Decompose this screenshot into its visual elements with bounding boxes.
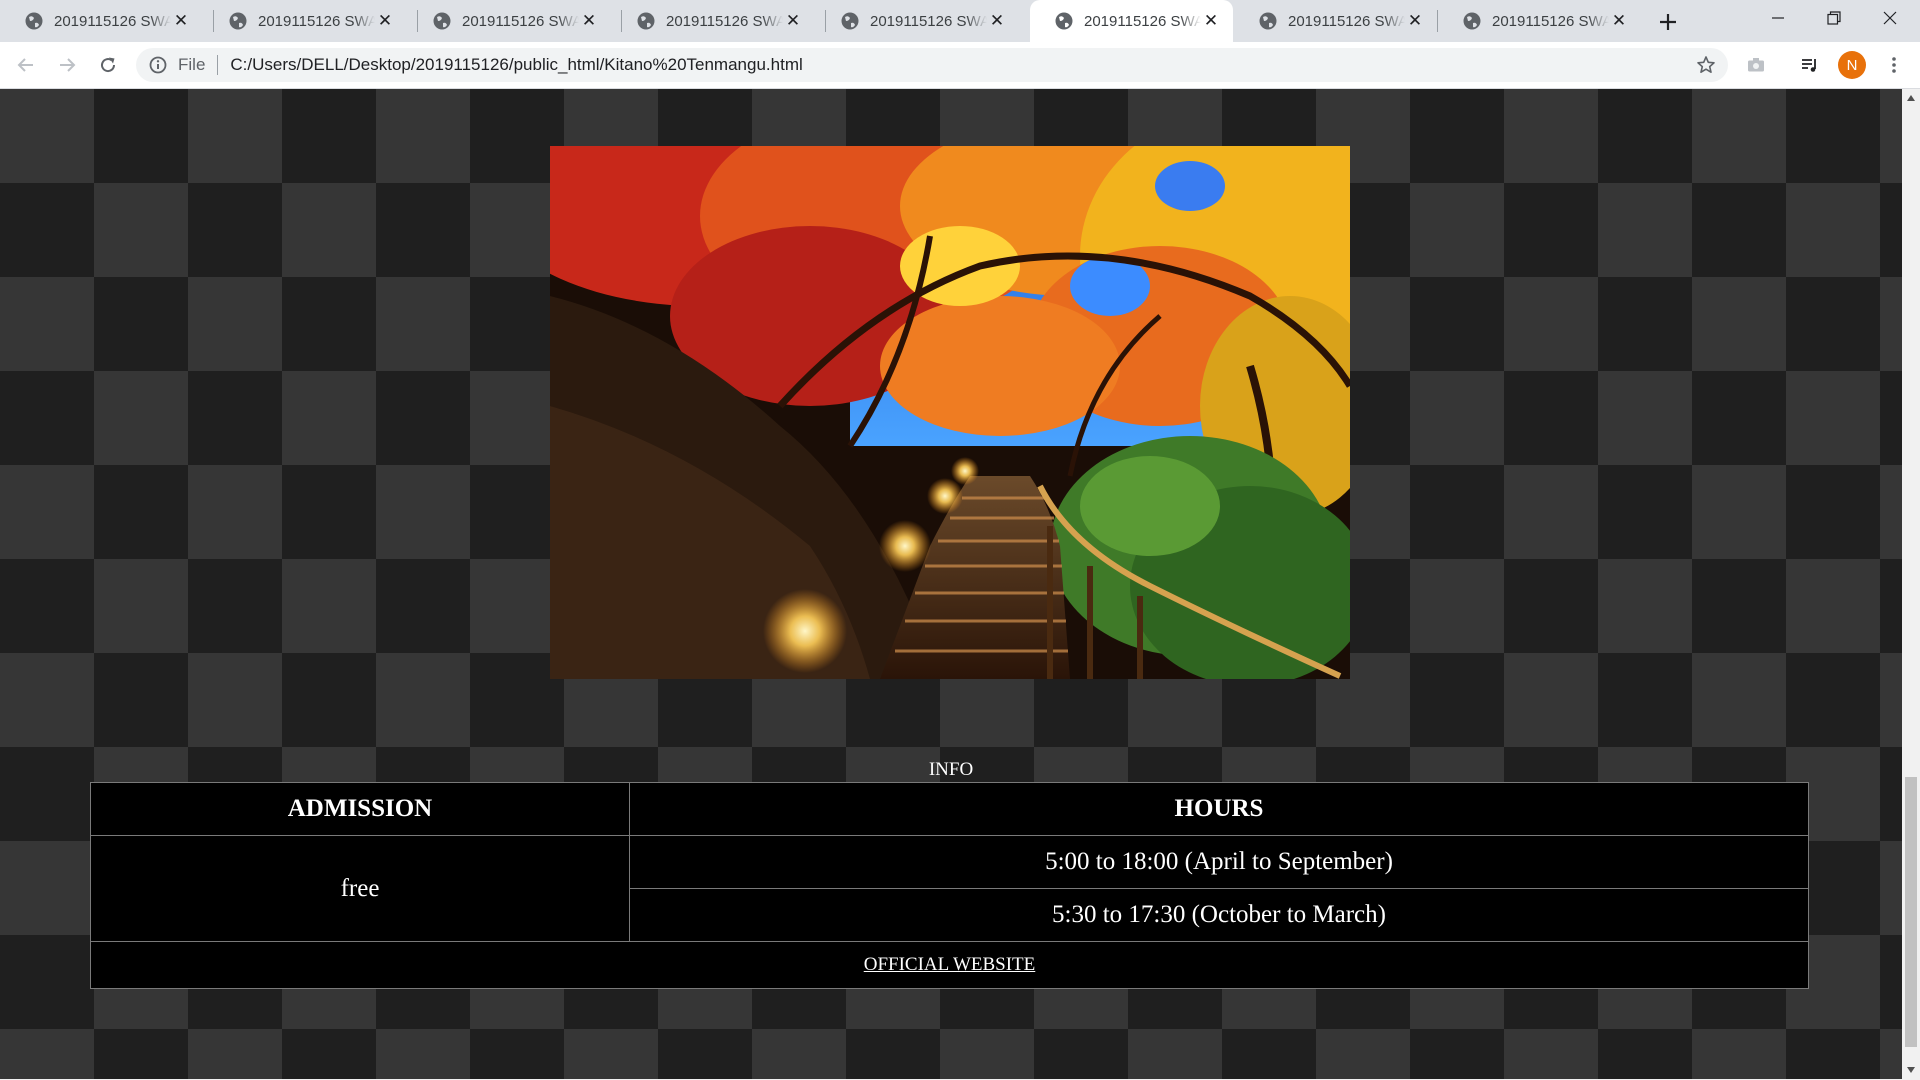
globe-icon: [1463, 12, 1481, 30]
triangle-down-icon: [1907, 1067, 1915, 1073]
table-header-row: ADMISSION HOURS: [90, 782, 1809, 836]
close-icon: [1883, 11, 1897, 25]
vertical-scrollbar[interactable]: [1902, 89, 1920, 1079]
tab-title: 2019115126 SWAN: [870, 12, 987, 30]
bookmark-button[interactable]: [1690, 49, 1722, 81]
admission-value: free: [90, 835, 630, 942]
restore-button[interactable]: [1806, 0, 1862, 36]
tab-title: 2019115126 SWAN: [54, 12, 171, 30]
minimize-icon: [1772, 17, 1784, 19]
avatar-initial: N: [1846, 56, 1858, 74]
hours-winter: 5:30 to 17:30 (October to March): [629, 888, 1809, 942]
more-vertical-icon: [1892, 57, 1896, 73]
info-table: ADMISSION HOURS free 5:00 to 18:00 (Apri…: [90, 782, 1809, 989]
tab-title: 2019115126 SWAN: [1084, 12, 1201, 30]
globe-icon: [1259, 12, 1277, 30]
globe-icon: [433, 12, 451, 30]
tab[interactable]: 2019115126 SWAN ✕: [1234, 0, 1437, 42]
reload-button[interactable]: [92, 49, 124, 81]
tab[interactable]: 2019115126 SWAN ✕: [204, 0, 407, 42]
globe-icon: [841, 12, 859, 30]
hours-header: HOURS: [629, 782, 1809, 836]
official-website-link[interactable]: OFFICIAL WEBSITE: [864, 954, 1036, 975]
arrow-left-icon: [17, 58, 33, 72]
tab-title: 2019115126 SWAN: [666, 12, 783, 30]
globe-icon: [25, 12, 43, 30]
arrow-right-icon: [60, 58, 76, 72]
browser-window: 2019115126 SWAN ✕ 2019115126 SWAN ✕ 2019…: [0, 0, 1920, 1080]
table-row: free 5:00 to 18:00 (April to September): [90, 835, 1809, 942]
address-bar[interactable]: File C:/Users/DELL/Desktop/2019115126/pu…: [136, 48, 1728, 82]
browser-toolbar: File C:/Users/DELL/Desktop/2019115126/pu…: [0, 42, 1920, 89]
close-icon[interactable]: ✕: [1405, 11, 1425, 31]
tab-title: 2019115126 SWAN: [1492, 12, 1609, 30]
website-link-cell: OFFICIAL WEBSITE: [90, 941, 1809, 989]
new-tab-button[interactable]: [1652, 6, 1684, 38]
tab-title: 2019115126 SWAN: [258, 12, 375, 30]
window-close-button[interactable]: [1862, 0, 1918, 36]
star-icon: [1697, 56, 1715, 73]
back-button[interactable]: [10, 49, 42, 81]
forward-button[interactable]: [51, 49, 83, 81]
globe-icon: [1055, 12, 1073, 30]
tab[interactable]: 2019115126 SWAN ✕: [1438, 0, 1641, 42]
media-controls-button[interactable]: [1794, 49, 1826, 81]
tab-strip: 2019115126 SWAN ✕ 2019115126 SWAN ✕ 2019…: [0, 0, 1920, 42]
globe-icon: [637, 12, 655, 30]
camera-icon: [1748, 58, 1764, 72]
scroll-down-button[interactable]: [1902, 1061, 1920, 1079]
info-caption: INFO: [928, 759, 974, 780]
close-icon[interactable]: ✕: [171, 11, 191, 31]
close-icon[interactable]: ✕: [987, 11, 1007, 31]
tab[interactable]: 2019115126 SWAN ✕: [408, 0, 611, 42]
scroll-up-button[interactable]: [1902, 89, 1920, 107]
table-row: OFFICIAL WEBSITE: [90, 941, 1809, 989]
address-url[interactable]: C:/Users/DELL/Desktop/2019115126/public_…: [230, 55, 802, 75]
tab[interactable]: 2019115126 SWAN ✕: [0, 0, 203, 42]
address-divider: [217, 55, 219, 75]
info-icon[interactable]: [148, 55, 168, 75]
tab-active[interactable]: 2019115126 SWAN ✕: [1030, 0, 1233, 42]
page-viewport: INFO ADMISSION HOURS free 5:00 to 18:00 …: [0, 89, 1902, 1079]
reload-icon: [101, 57, 116, 73]
tab[interactable]: 2019115126 SWAN ✕: [816, 0, 1019, 42]
address-scheme: File: [178, 55, 206, 74]
close-icon[interactable]: ✕: [1609, 11, 1629, 31]
close-icon[interactable]: ✕: [783, 11, 803, 31]
tab[interactable]: 2019115126 SWAN ✕: [612, 0, 815, 42]
close-icon[interactable]: ✕: [1201, 11, 1221, 31]
playlist-icon: [1802, 59, 1816, 72]
close-icon[interactable]: ✕: [375, 11, 395, 31]
triangle-up-icon: [1907, 95, 1915, 101]
plus-icon: [1660, 14, 1676, 30]
screenshot-button[interactable]: [1740, 49, 1772, 81]
autumn-stairs-photo: [550, 146, 1350, 679]
globe-icon: [229, 12, 247, 30]
avatar[interactable]: N: [1838, 51, 1866, 79]
restore-icon: [1827, 11, 1841, 25]
menu-button[interactable]: [1878, 49, 1910, 81]
tab-title: 2019115126 SWAN: [462, 12, 579, 30]
tab-title: 2019115126 SWAN: [1288, 12, 1405, 30]
minimize-button[interactable]: [1750, 0, 1806, 36]
scrollbar-thumb[interactable]: [1905, 777, 1917, 1047]
hours-summer: 5:00 to 18:00 (April to September): [629, 835, 1809, 889]
close-icon[interactable]: ✕: [579, 11, 599, 31]
admission-header: ADMISSION: [90, 782, 630, 836]
